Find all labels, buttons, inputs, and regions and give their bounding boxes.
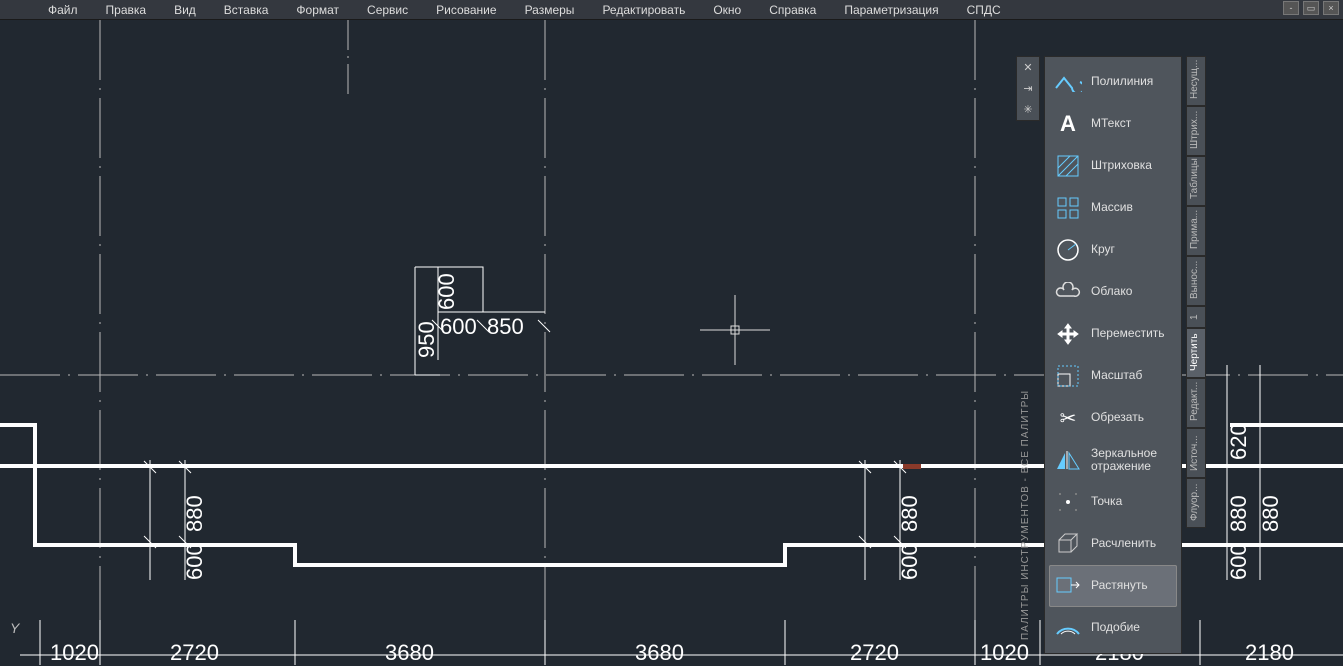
tool-point[interactable]: Точка (1049, 481, 1177, 523)
menu-dimensions[interactable]: Размеры (525, 3, 575, 17)
array-icon (1053, 193, 1083, 223)
mirror-icon (1053, 445, 1083, 475)
tool-scale[interactable]: Масштаб (1049, 355, 1177, 397)
palette-autohide-icon[interactable]: ⇥ (1023, 82, 1032, 95)
tool-polyline-label: Полилиния (1091, 75, 1153, 88)
menu-parametrization[interactable]: Параметризация (844, 3, 938, 17)
dim-850: 850 (487, 314, 524, 340)
minimize-icon[interactable]: - (1283, 1, 1299, 15)
tool-scale-label: Масштаб (1091, 369, 1142, 382)
menu-drawing[interactable]: Рисование (436, 3, 496, 17)
menu-service[interactable]: Сервис (367, 3, 408, 17)
menu-spds[interactable]: СПДС (967, 3, 1001, 17)
cloud-icon (1053, 277, 1083, 307)
tool-array-label: Массив (1091, 201, 1133, 214)
tool-stretch[interactable]: Растянуть (1049, 565, 1177, 607)
explode-icon (1053, 529, 1083, 559)
close-icon[interactable]: × (1323, 1, 1339, 15)
dim-r-600: 600 (1226, 543, 1252, 580)
tool-cloud[interactable]: Облако (1049, 271, 1177, 313)
tab-8[interactable]: Источ... (1186, 428, 1206, 478)
tool-move-label: Переместить (1091, 327, 1165, 340)
dim-b-1: 2720 (170, 640, 219, 666)
trim-icon: ✂ (1053, 403, 1083, 433)
stretch-icon (1053, 571, 1083, 601)
tool-palette: Полилиния A МТекст Штриховка Массив Круг… (1044, 56, 1182, 654)
tool-cloud-label: Облако (1091, 285, 1132, 298)
menu-view[interactable]: Вид (174, 3, 196, 17)
palette-control-strip: ✕ ⇥ ✳ (1016, 56, 1040, 121)
tool-polyline[interactable]: Полилиния (1049, 61, 1177, 103)
dim-b-4: 2720 (850, 640, 899, 666)
tool-circle-label: Круг (1091, 243, 1115, 256)
tool-explode[interactable]: Расчленить (1049, 523, 1177, 565)
dim-600: 600 (440, 314, 477, 340)
tab-1[interactable]: Штрих... (1186, 106, 1206, 156)
tab-9[interactable]: Флуор... (1186, 478, 1206, 528)
tool-offset-label: Подобие (1091, 621, 1140, 634)
tool-trim-label: Обрезать (1091, 411, 1144, 424)
dim-b-7: 2180 (1245, 640, 1294, 666)
tool-mtext[interactable]: A МТекст (1049, 103, 1177, 145)
offset-icon (1053, 613, 1083, 643)
dim-r-620: 620 (1226, 423, 1252, 460)
tool-array[interactable]: Массив (1049, 187, 1177, 229)
mtext-icon: A (1053, 109, 1083, 139)
dim-m-600: 600 (897, 543, 923, 580)
scale-icon (1053, 361, 1083, 391)
dim-600v: 600 (434, 273, 460, 310)
maximize-icon[interactable]: ▭ (1303, 1, 1319, 15)
point-icon (1053, 487, 1083, 517)
polyline-icon (1053, 67, 1083, 97)
palette-close-icon[interactable]: ✕ (1023, 61, 1032, 74)
tool-point-label: Точка (1091, 495, 1122, 508)
tool-move[interactable]: Переместить (1049, 313, 1177, 355)
dim-r-880: 880 (1226, 495, 1252, 532)
tool-stretch-label: Растянуть (1091, 579, 1148, 592)
menubar: Файл Правка Вид Вставка Формат Сервис Ри… (0, 0, 1343, 20)
tab-7[interactable]: Редакт... (1186, 378, 1206, 428)
tool-mirror[interactable]: Зеркальное отражение (1049, 439, 1177, 481)
dim-b-2: 3680 (385, 640, 434, 666)
tool-mirror-label: Зеркальное отражение (1091, 447, 1173, 473)
dim-m-880: 880 (897, 495, 923, 532)
tab-0[interactable]: Несущ... (1186, 56, 1206, 106)
dim-b-5: 1020 (980, 640, 1029, 666)
menu-file[interactable]: Файл (48, 3, 78, 17)
tab-2[interactable]: Таблицы (1186, 156, 1206, 206)
tool-hatch-label: Штриховка (1091, 159, 1152, 172)
dim-r2-880: 880 (1258, 495, 1284, 532)
dim-950: 950 (414, 321, 440, 358)
window-controls: - ▭ × (1283, 1, 1339, 15)
tool-hatch[interactable]: Штриховка (1049, 145, 1177, 187)
menu-insert[interactable]: Вставка (224, 3, 269, 17)
dim-b-3: 3680 (635, 640, 684, 666)
circle-icon (1053, 235, 1083, 265)
menu-edit[interactable]: Правка (106, 3, 147, 17)
move-icon (1053, 319, 1083, 349)
dim-l-880: 880 (182, 495, 208, 532)
tool-offset[interactable]: Подобие (1049, 607, 1177, 649)
tool-trim[interactable]: ✂ Обрезать (1049, 397, 1177, 439)
hatch-icon (1053, 151, 1083, 181)
menu-modify[interactable]: Редактировать (602, 3, 685, 17)
tab-6[interactable]: Чертить (1186, 328, 1206, 378)
tool-explode-label: Расчленить (1091, 537, 1156, 550)
menu-window[interactable]: Окно (713, 3, 741, 17)
tool-circle[interactable]: Круг (1049, 229, 1177, 271)
ucs-y-label: Y (10, 620, 19, 636)
palette-settings-icon[interactable]: ✳ (1023, 103, 1032, 116)
menu-format[interactable]: Формат (296, 3, 339, 17)
dim-l-600: 600 (182, 543, 208, 580)
menu-help[interactable]: Справка (769, 3, 816, 17)
side-tabs: Несущ... Штрих... Таблицы Прима... Вынос… (1186, 56, 1206, 528)
dim-b-0: 1020 (50, 640, 99, 666)
tool-mtext-label: МТекст (1091, 117, 1131, 130)
tab-4[interactable]: Вынос... (1186, 256, 1206, 306)
tab-5[interactable]: 1 (1186, 306, 1206, 328)
tab-3[interactable]: Прима... (1186, 206, 1206, 256)
